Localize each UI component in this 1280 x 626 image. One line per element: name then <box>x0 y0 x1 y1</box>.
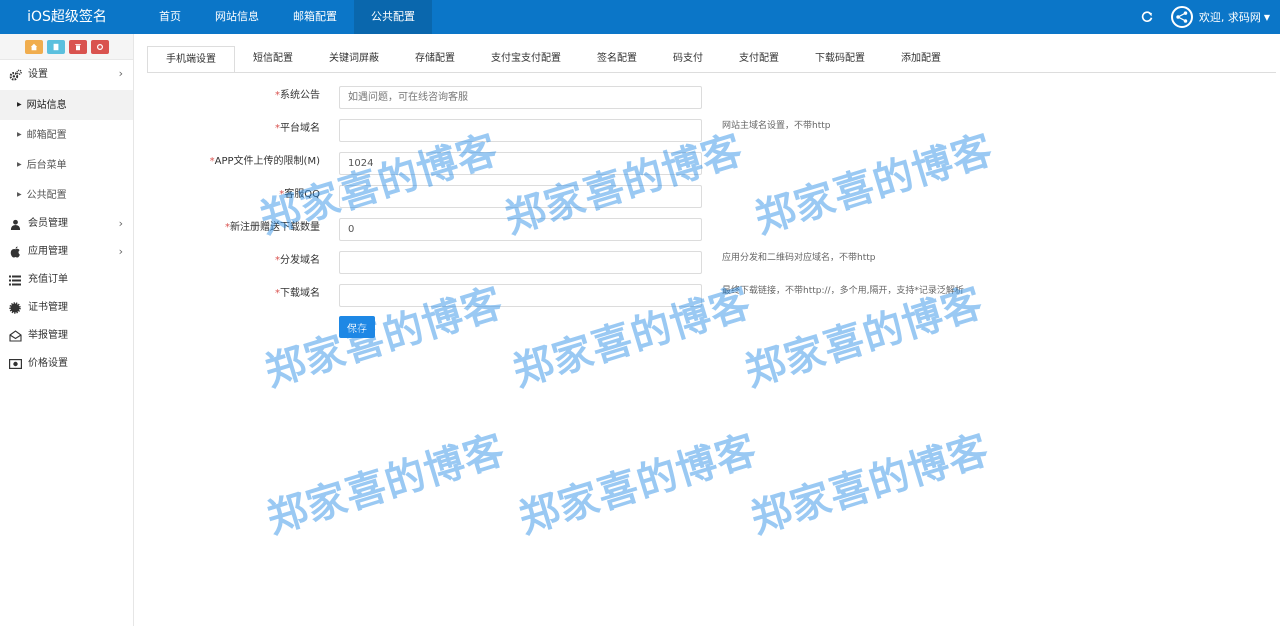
avatar[interactable] <box>1170 6 1193 28</box>
sidebar-item-label: 证书管理 <box>28 302 68 313</box>
field-label: *分发域名 <box>275 255 320 266</box>
sidebar-item-label: 价格设置 <box>28 358 68 369</box>
tab-keyword-block[interactable]: 关键词屏蔽 <box>311 46 397 73</box>
tab-mobile-settings[interactable]: 手机端设置 <box>147 46 235 73</box>
tab-alipay-config[interactable]: 支付宝支付配置 <box>473 46 579 73</box>
sidebar-subitem-email-config[interactable]: ▶ 邮箱配置 <box>0 120 133 150</box>
field-label: *下载域名 <box>275 288 320 299</box>
trash-icon <box>74 43 81 50</box>
tab-add-config[interactable]: 添加配置 <box>883 46 959 73</box>
tab-payment-config[interactable]: 支付配置 <box>721 46 797 73</box>
home-icon <box>30 43 37 50</box>
sidebar-item-label: 会员管理 <box>28 218 68 229</box>
apple-icon <box>8 245 22 259</box>
tab-code-payment[interactable]: 码支付 <box>655 46 721 73</box>
sidebar-subitem-public-config[interactable]: ▶ 公共配置 <box>0 180 133 210</box>
platform-domain-input[interactable] <box>339 119 702 142</box>
top-nav: 首页 网站信息 邮箱配置 公共配置 <box>142 0 432 34</box>
caret-right-icon: ▶ <box>17 101 22 108</box>
envelope-open-icon <box>8 329 22 343</box>
watermark-text: 郑家喜的博客 <box>513 426 763 543</box>
sidebar-item-members[interactable]: 会员管理 › <box>0 210 133 238</box>
top-nav-email-config[interactable]: 邮箱配置 <box>276 0 354 34</box>
gears-icon <box>8 68 22 82</box>
field-label: *客服QQ <box>279 189 320 200</box>
form-row-distribution-domain: *分发域名 应用分发和二维码对应域名，不带http <box>140 251 1000 275</box>
field-hint: 应用分发和二维码对应域名，不带http <box>722 253 876 263</box>
sidebar-item-label: 充值订单 <box>28 274 68 285</box>
sidebar: 设置 › ▶ 网站信息 ▶ 邮箱配置 ▶ 后台菜单 ▶ 公共配置 会员管理 › 应用管理… <box>0 34 134 626</box>
caret-right-icon: ▶ <box>17 131 22 138</box>
sidebar-item-label: 举报管理 <box>28 330 68 341</box>
chevron-right-icon: › <box>118 217 123 230</box>
sidebar-item-label: 应用管理 <box>28 246 68 257</box>
tab-signature-config[interactable]: 签名配置 <box>579 46 655 73</box>
app-title[interactable]: iOS超级签名 <box>0 0 134 34</box>
top-bar: iOS超级签名 首页 网站信息 邮箱配置 公共配置 欢迎, 求码网 ▼ <box>0 0 1280 34</box>
money-icon <box>8 357 22 371</box>
user-icon <box>8 217 22 231</box>
distribution-domain-input[interactable] <box>339 251 702 274</box>
upload-limit-input[interactable] <box>339 152 702 175</box>
top-nav-home[interactable]: 首页 <box>142 0 198 34</box>
sidebar-subitem-label: 公共配置 <box>26 190 67 201</box>
caret-right-icon: ▶ <box>17 161 22 168</box>
recycle-icon <box>96 43 103 50</box>
shortcut-document-button[interactable] <box>46 39 65 54</box>
top-nav-site-info[interactable]: 网站信息 <box>198 0 276 34</box>
sidebar-subitem-site-info[interactable]: ▶ 网站信息 <box>0 90 133 120</box>
tab-sms-config[interactable]: 短信配置 <box>235 46 311 73</box>
sidebar-subitem-admin-menu[interactable]: ▶ 后台菜单 <box>0 150 133 180</box>
sidebar-item-certificates[interactable]: 证书管理 <box>0 294 133 322</box>
caret-right-icon: ▶ <box>17 191 22 198</box>
tab-download-code-config[interactable]: 下载码配置 <box>797 46 883 73</box>
sidebar-item-settings[interactable]: 设置 › <box>0 60 133 90</box>
share-nodes-icon <box>1176 11 1188 23</box>
sidebar-subitem-label: 邮箱配置 <box>26 130 67 141</box>
tab-storage-config[interactable]: 存储配置 <box>397 46 473 73</box>
field-label: *平台域名 <box>275 123 320 134</box>
sidebar-item-label: 设置 <box>28 69 48 80</box>
signup-bonus-input[interactable] <box>339 218 702 241</box>
form-row-signup-bonus: *新注册赠送下载数量 <box>140 218 1000 242</box>
document-icon <box>53 43 58 50</box>
field-hint: 最终下载链接，不带http://，多个用,隔开，支持*记录泛解析 <box>722 286 964 296</box>
certificate-icon <box>8 301 22 315</box>
field-label: *新注册赠送下载数量 <box>225 222 320 233</box>
chevron-right-icon: › <box>118 67 123 80</box>
download-domain-input[interactable] <box>339 284 702 307</box>
tabs-divider <box>147 72 1276 73</box>
welcome-text[interactable]: 欢迎, 求码网 <box>1199 9 1261 25</box>
sidebar-item-pricing[interactable]: 价格设置 <box>0 350 133 378</box>
top-nav-public-config[interactable]: 公共配置 <box>354 0 432 34</box>
list-icon <box>8 273 22 287</box>
form-row-service-qq: *客服QQ <box>140 185 1000 209</box>
shortcut-recycle-button[interactable] <box>90 39 109 54</box>
watermark-text: 郑家喜的博客 <box>745 426 995 543</box>
field-label: *系统公告 <box>275 90 320 101</box>
shortcut-home-button[interactable] <box>24 39 43 54</box>
sidebar-item-apps[interactable]: 应用管理 › <box>0 238 133 266</box>
service-qq-input[interactable] <box>339 185 702 208</box>
config-tabs: 手机端设置 短信配置 关键词屏蔽 存储配置 支付宝支付配置 签名配置 码支付 支… <box>147 46 959 73</box>
field-hint: 网站主域名设置，不带http <box>722 121 831 131</box>
top-right-area: 欢迎, 求码网 ▼ <box>1137 0 1270 34</box>
form-row-download-domain: *下载域名 最终下载链接，不带http://，多个用,隔开，支持*记录泛解析 <box>140 284 1000 308</box>
chevron-right-icon: › <box>118 245 123 258</box>
form-row-platform-domain: *平台域名 网站主域名设置，不带http <box>140 119 1000 143</box>
form-row-system-notice: *系统公告 <box>140 86 1000 110</box>
sidebar-item-recharge-orders[interactable]: 充值订单 <box>0 266 133 294</box>
shortcut-delete-button[interactable] <box>68 39 87 54</box>
field-label: *APP文件上传的限制(M) <box>209 156 320 167</box>
sidebar-item-reports[interactable]: 举报管理 <box>0 322 133 350</box>
sidebar-shortcuts <box>0 34 133 60</box>
chevron-down-icon[interactable]: ▼ <box>1264 13 1270 22</box>
system-notice-input[interactable] <box>339 86 702 109</box>
save-button[interactable]: 保存 <box>339 316 375 338</box>
form-row-upload-limit: *APP文件上传的限制(M) <box>140 152 1000 176</box>
sidebar-subitem-label: 后台菜单 <box>26 160 67 171</box>
refresh-icon[interactable] <box>1137 7 1157 27</box>
sidebar-subitem-label: 网站信息 <box>26 100 67 111</box>
watermark-text: 郑家喜的博客 <box>261 426 511 543</box>
